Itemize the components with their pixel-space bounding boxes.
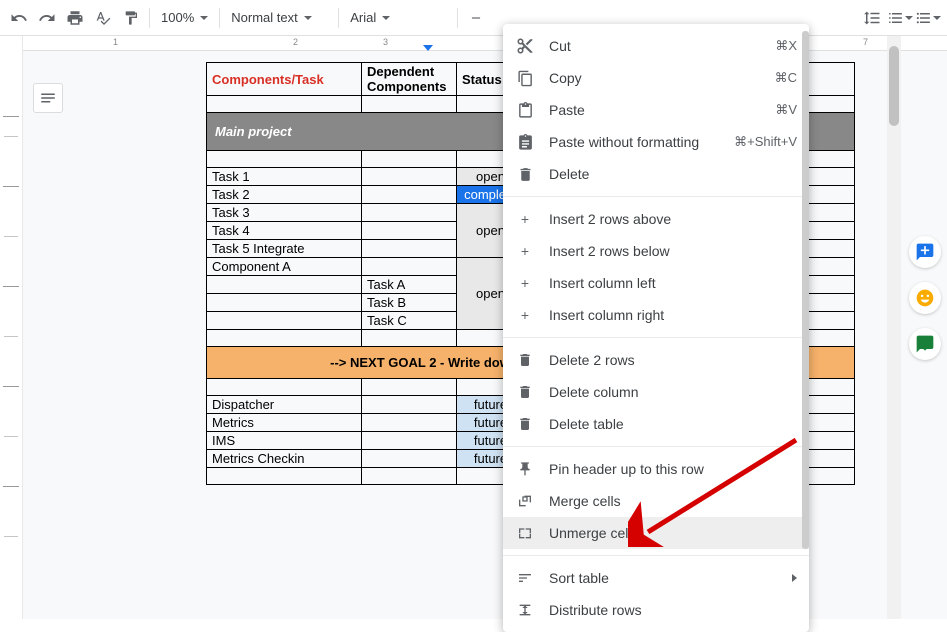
line-spacing-button[interactable] [859,5,885,31]
redo-button[interactable] [34,5,60,31]
table-cell[interactable]: Metrics [207,414,362,432]
table-cell[interactable]: Task A [362,276,457,294]
pin-icon [515,459,535,479]
trash-icon [515,414,535,434]
menu-insert-col-right[interactable]: +Insert column right [503,299,809,331]
header-dependent[interactable]: Dependent Components [362,63,457,96]
menu-merge-cells[interactable]: Merge cells [503,485,809,517]
menu-delete-rows[interactable]: Delete 2 rows [503,344,809,376]
decrease-font-button[interactable] [463,5,489,31]
plus-icon: + [515,305,535,325]
bulleted-list-button[interactable] [915,5,941,31]
table-cell[interactable]: Task C [362,312,457,330]
outline-button[interactable] [33,83,63,113]
menu-unmerge-cells[interactable]: Unmerge cells [503,517,809,549]
style-select[interactable]: Normal text [225,5,333,31]
menu-insert-rows-above[interactable]: +Insert 2 rows above [503,203,809,235]
side-tools [902,236,947,360]
table-cell[interactable]: Metrics Checkin [207,450,362,468]
table-cell[interactable]: Task B [362,294,457,312]
menu-distribute-rows[interactable]: Distribute rows [503,594,809,626]
print-button[interactable] [62,5,88,31]
trash-icon [515,382,535,402]
table-cell[interactable]: Task 1 [207,168,362,186]
table-cell[interactable]: IMS [207,432,362,450]
menu-cut[interactable]: Cut⌘X [503,30,809,62]
menu-pin-header[interactable]: Pin header up to this row [503,453,809,485]
ruler-mark: 1 [113,37,118,47]
menu-insert-rows-below[interactable]: +Insert 2 rows below [503,235,809,267]
checklist-button[interactable] [887,5,913,31]
submenu-arrow-icon [792,574,797,582]
indent-marker-icon[interactable] [423,45,433,51]
ruler-mark: 7 [863,37,868,47]
cut-icon [515,36,535,56]
paste-nf-icon [515,132,535,152]
header-components[interactable]: Components/Task [207,63,362,96]
vertical-ruler [0,36,23,619]
ruler-mark: 3 [383,37,388,47]
menu-paste-nf[interactable]: Paste without formatting⌘+Shift+V [503,126,809,158]
menu-sort-table[interactable]: Sort table [503,562,809,594]
copy-icon [515,68,535,88]
zoom-select[interactable]: 100% [155,5,214,31]
plus-icon: + [515,241,535,261]
menu-scrollbar[interactable] [802,31,809,549]
distribute-icon [515,600,535,620]
table-cell[interactable]: Component A [207,258,362,276]
menu-delete[interactable]: Delete [503,158,809,190]
spellcheck-button[interactable] [90,5,116,31]
undo-button[interactable] [6,5,32,31]
menu-delete-table[interactable]: Delete table [503,408,809,440]
trash-icon [515,350,535,370]
add-comment-button[interactable] [909,236,941,268]
table-cell[interactable]: Task 2 [207,186,362,204]
table-cell[interactable]: Task 3 [207,204,362,222]
menu-copy[interactable]: Copy⌘C [503,62,809,94]
paste-icon [515,100,535,120]
merge-icon [515,491,535,511]
vertical-scrollbar[interactable] [887,36,901,619]
menu-paste[interactable]: Paste⌘V [503,94,809,126]
emoji-button[interactable] [909,282,941,314]
menu-delete-col[interactable]: Delete column [503,376,809,408]
plus-icon: + [515,209,535,229]
menu-insert-col-left[interactable]: +Insert column left [503,267,809,299]
paint-format-button[interactable] [118,5,144,31]
main-project-cell[interactable]: Main project [207,113,525,151]
sort-icon [515,568,535,588]
font-select[interactable]: Arial [344,5,452,31]
trash-icon [515,164,535,184]
table-cell[interactable]: Dispatcher [207,396,362,414]
suggest-button[interactable] [909,328,941,360]
ruler-mark: 2 [293,37,298,47]
plus-icon: + [515,273,535,293]
unmerge-icon [515,523,535,543]
table-cell[interactable]: Task 5 Integrate [207,240,362,258]
context-menu: Cut⌘X Copy⌘C Paste⌘V Paste without forma… [503,24,809,632]
table-cell[interactable]: Task 4 [207,222,362,240]
